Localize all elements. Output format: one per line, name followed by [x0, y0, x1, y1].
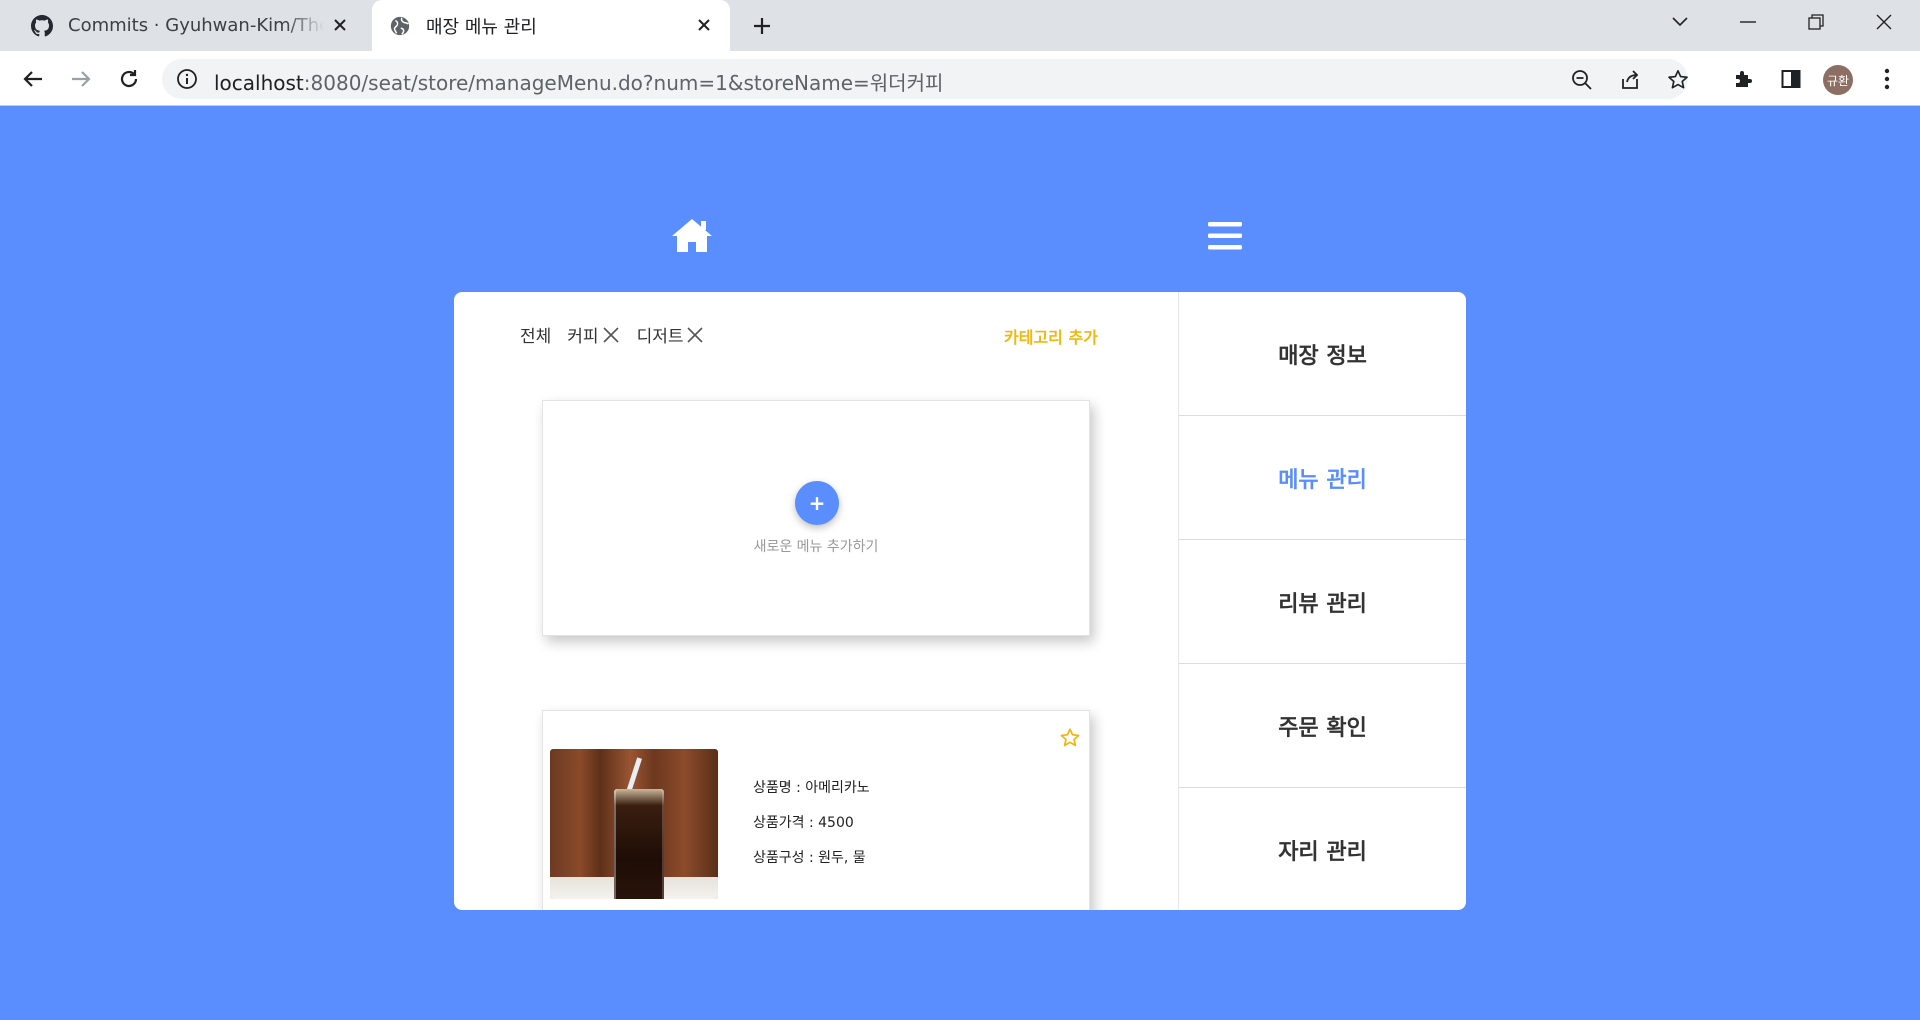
- new-tab-icon[interactable]: [746, 12, 778, 40]
- github-icon: [30, 14, 54, 38]
- hamburger-menu-icon[interactable]: [1208, 220, 1242, 252]
- add-menu-label: 새로운 메뉴 추가하기: [753, 539, 879, 555]
- add-menu-card[interactable]: + 새로운 메뉴 추가하기: [542, 400, 1090, 636]
- menu-management-card: 전체 커피 디저트 카테고리 추가 + 새로운 메뉴 추가하기 상품명: 아메…: [454, 292, 1466, 910]
- menu-item-info: 상품명 : 아메리카노 상품가격 : 4500 상품구성 : 원두, 물: [753, 777, 870, 882]
- url-text: localhost:8080/seat/store/manageMenu.do?…: [214, 67, 943, 96]
- profile-avatar[interactable]: 규환: [1823, 65, 1853, 95]
- menu-item-card[interactable]: 상품명 : 아메리카노 상품가격 : 4500 상품구성 : 원두, 물: [542, 710, 1090, 910]
- globe-icon: [388, 14, 412, 38]
- site-info-icon[interactable]: [176, 68, 198, 90]
- tab-title: 매장 메뉴 관리: [426, 16, 537, 38]
- remove-category-icon[interactable]: [685, 325, 705, 345]
- back-icon[interactable]: [18, 64, 48, 94]
- add-category-link[interactable]: 카테고리 추가: [1004, 324, 1098, 348]
- category-tab-all[interactable]: 전체: [520, 322, 551, 347]
- menu-item-composition: 상품구성 : 원두, 물: [753, 850, 866, 866]
- reload-icon[interactable]: [114, 64, 144, 94]
- restore-icon[interactable]: [1788, 0, 1844, 44]
- browser-toolbar: localhost:8080/seat/store/manageMenu.do?…: [0, 51, 1920, 106]
- extensions-icon[interactable]: [1728, 64, 1758, 94]
- menu-item-photo: [550, 749, 718, 899]
- side-menu-order-check[interactable]: 주문 확인: [1179, 664, 1466, 788]
- browser-tabstrip: Commits · Gyuhwan-Kim/TheSeat 매장 메뉴 관리: [0, 0, 1920, 51]
- home-icon[interactable]: [670, 216, 714, 254]
- category-bar: 전체 커피 디저트: [520, 322, 721, 347]
- category-tab-coffee[interactable]: 커피: [567, 322, 620, 347]
- tab-title: Commits · Gyuhwan-Kim/TheSeat: [68, 15, 324, 36]
- zoom-out-icon[interactable]: [1570, 68, 1594, 92]
- tab-search-chevron-icon[interactable]: [1652, 0, 1708, 44]
- side-menu-menu-manage[interactable]: 메뉴 관리: [1179, 416, 1466, 540]
- category-label: 전체: [520, 327, 552, 347]
- side-panel-icon[interactable]: [1776, 64, 1806, 94]
- url-path: :8080/seat/store/manageMenu.do?num=1&sto…: [303, 71, 944, 95]
- close-tab-icon[interactable]: [328, 13, 352, 37]
- category-tab-dessert[interactable]: 디저트: [637, 322, 706, 347]
- remove-category-icon[interactable]: [601, 325, 621, 345]
- tab-github-commits[interactable]: Commits · Gyuhwan-Kim/TheSeat: [16, 0, 366, 51]
- close-tab-icon[interactable]: [692, 13, 716, 37]
- url-host: localhost: [214, 71, 304, 95]
- add-menu-button[interactable]: +: [795, 481, 839, 525]
- tab-store-menu-manage[interactable]: 매장 메뉴 관리: [372, 0, 730, 51]
- side-menu-seat-manage[interactable]: 자리 관리: [1179, 788, 1466, 910]
- side-menu-store-info[interactable]: 매장 정보: [1179, 292, 1466, 416]
- menu-item-price: 상품가격 : 4500: [753, 815, 854, 831]
- side-menu: 매장 정보 메뉴 관리 리뷰 관리 주문 확인 자리 관리: [1178, 292, 1466, 910]
- side-menu-review-manage[interactable]: 리뷰 관리: [1179, 540, 1466, 664]
- favorite-star-icon[interactable]: [1059, 727, 1081, 749]
- category-label: 커피: [567, 327, 599, 347]
- close-window-icon[interactable]: [1856, 0, 1912, 44]
- share-icon[interactable]: [1618, 68, 1642, 92]
- menu-item-name: 상품명 : 아메리카노: [753, 780, 870, 796]
- address-bar[interactable]: localhost:8080/seat/store/manageMenu.do?…: [162, 59, 1688, 99]
- bookmark-star-icon[interactable]: [1666, 68, 1690, 92]
- category-label: 디저트: [636, 327, 684, 347]
- forward-icon[interactable]: [66, 64, 96, 94]
- more-options-icon[interactable]: [1872, 64, 1902, 94]
- minimize-icon[interactable]: [1720, 0, 1776, 44]
